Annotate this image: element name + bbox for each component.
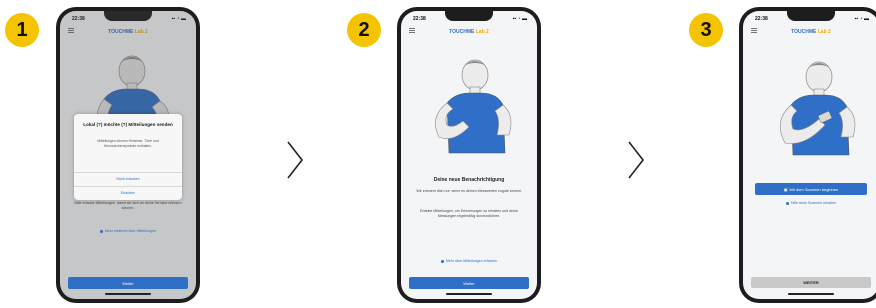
logo-main: TOUCHME <box>791 29 817 35</box>
step3-continue-button[interactable]: WEITER <box>751 277 871 288</box>
step2-body-text-2: Erlaube Mitteilungen, um Erinnerungen zu… <box>420 209 518 218</box>
status-time: 22:38 <box>413 16 426 22</box>
screen-step-1: 22:38 ▪▪ ◔ ▬ TOUCHME Lab 2 Bitte erlaube… <box>60 11 196 299</box>
screen-step-2: 22:38 ▪▪ ◔ ▬ TOUCHME Lab 2 Deine neue Be… <box>401 11 537 299</box>
step2-body-text-1: Wir erinnern dich nur, wenn es deinen Me… <box>416 189 522 193</box>
phone-step-2: 22:38 ▪▪ ◔ ▬ TOUCHME Lab 2 Deine neue Be… <box>397 7 541 303</box>
screen-step-3: 22:38 ▪▪ ◔ ▬ TOUCHME Lab 2 ▣ Mit dem Scan… <box>743 11 876 299</box>
dialog-deny-button[interactable]: Nicht erlauben <box>74 177 182 181</box>
step2-continue-button[interactable]: Weiter <box>409 277 529 289</box>
status-icons: ▪▪ ◔ ▬ <box>854 16 869 22</box>
dialog-divider <box>74 172 182 173</box>
logo-main: TOUCHME <box>449 29 475 35</box>
step1-help-link-label: Mehr erfahren über Mitteilungen <box>104 229 157 233</box>
home-indicator <box>105 293 151 295</box>
status-time: 22:38 <box>755 16 768 22</box>
start-scan-label: Mit dem Scannen beginnen <box>789 186 839 192</box>
onboarding-steps: 1 22:38 ▪▪ ◔ ▬ TOUCHME Lab 2 Bitte erlau… <box>0 0 876 308</box>
step3-help-link[interactable]: Hilfe beim Scannen erhalten <box>753 201 869 205</box>
step2-help-link-label: Mehr über Mitteilungen erfahren <box>445 259 498 263</box>
status-bar: 22:38 ▪▪ ◔ ▬ <box>743 15 876 25</box>
notification-permission-dialog: Lokal (?) möchte (?) Mitteilungen senden… <box>74 114 182 200</box>
dialog-divider <box>74 186 182 187</box>
status-icons: ▪▪ ◔ ▬ <box>512 16 527 22</box>
home-indicator <box>788 293 834 295</box>
chevron-right-icon <box>287 141 304 179</box>
step-badge-3: 3 <box>689 13 723 47</box>
app-logo: TOUCHME Lab 2 <box>401 29 537 35</box>
status-bar: 22:38 ▪▪ ◔ ▬ <box>401 15 537 25</box>
home-indicator <box>446 293 492 295</box>
step-badge-2: 2 <box>347 13 381 47</box>
logo-accent: Lab 2 <box>475 29 489 35</box>
app-logo: TOUCHME Lab 2 <box>743 29 876 35</box>
dialog-body: Mitteilungen können Hinweise, Töne und K… <box>97 139 159 148</box>
step-badge-1: 1 <box>5 13 39 47</box>
info-icon <box>785 201 789 205</box>
man-pointing-arm-illustration <box>435 59 512 154</box>
logo-accent: Lab 2 <box>817 29 831 35</box>
man-scanning-arm-illustration <box>779 61 856 156</box>
step2-help-link[interactable]: Mehr über Mitteilungen erfahren <box>411 259 527 263</box>
dialog-title: Lokal (?) möchte (?) Mitteilungen senden <box>83 122 173 127</box>
step1-body-text: Bitte erlaube Mitteilungen, damit wir di… <box>74 201 182 210</box>
step1-help-link[interactable]: Mehr erfahren über Mitteilungen <box>70 229 186 233</box>
phone-step-3: 22:38 ▪▪ ◔ ▬ TOUCHME Lab 2 ▣ Mit dem Scan… <box>739 7 876 303</box>
start-scan-button[interactable]: ▣ Mit dem Scannen beginnen <box>755 183 867 195</box>
info-icon <box>99 229 103 233</box>
step2-title: Deine neue Benachrichtigung <box>433 177 505 183</box>
step1-continue-button[interactable]: Weiter <box>68 277 188 289</box>
step3-help-link-label: Hilfe beim Scannen erhalten <box>790 201 837 205</box>
phone-step-1: 22:38 ▪▪ ◔ ▬ TOUCHME Lab 2 Bitte erlaube… <box>56 7 200 303</box>
chevron-right-icon <box>628 141 645 179</box>
dialog-allow-button[interactable]: Erlauben <box>74 191 182 195</box>
info-icon <box>440 259 444 263</box>
scan-icon: ▣ <box>783 186 788 192</box>
